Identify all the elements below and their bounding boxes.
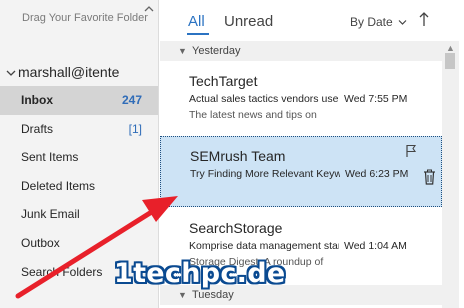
message-sender: TechTarget [189, 73, 258, 89]
unread-count: 247 [121, 93, 142, 107]
folder-label: Search Folders [21, 264, 103, 279]
chevron-up-icon[interactable] [142, 2, 156, 16]
scroll-thumb[interactable] [445, 53, 455, 69]
group-header-yesterday[interactable]: ▼ Yesterday [160, 41, 442, 61]
folder-deleted-items[interactable]: Deleted Items [0, 172, 158, 201]
message-time: Wed 7:55 PM [344, 93, 408, 105]
message-subject: Try Finding More Relevant Keywords [190, 168, 340, 180]
folder-junk-email[interactable]: Junk Email [0, 200, 158, 229]
sort-label: By Date [350, 15, 393, 29]
folder-inbox[interactable]: Inbox 247 [0, 86, 158, 115]
folder-label: Sent Items [21, 150, 79, 165]
group-label: Yesterday [192, 45, 241, 57]
message-sender: SEMrush Team [190, 148, 286, 164]
folder-label: Outbox [21, 235, 60, 250]
message-subject: Komprise data management startup [189, 240, 339, 252]
message-list-scrollbar[interactable]: ▲ [442, 41, 459, 308]
message-time: Wed 1:04 AM [344, 240, 407, 252]
folder-label: Deleted Items [21, 178, 96, 193]
account-header[interactable]: marshall@itente [6, 64, 156, 80]
tab-unread[interactable]: Unread [224, 13, 273, 30]
chevron-down-icon [6, 64, 16, 80]
folder-label: Junk Email [21, 207, 80, 222]
folder-drafts[interactable]: Drafts [1] [0, 115, 158, 144]
folder-label: Inbox [21, 93, 53, 107]
arrow-up-icon[interactable] [418, 11, 430, 32]
message-subject: Actual sales tactics vendors use [189, 93, 339, 105]
flag-icon[interactable] [404, 144, 418, 158]
draft-count: [1] [128, 121, 142, 136]
trash-icon[interactable] [423, 169, 436, 185]
folder-list: Inbox 247 Drafts [1] Sent Items Deleted … [0, 86, 158, 286]
message-item-selected[interactable]: SEMrush Team Try Finding More Relevant K… [160, 136, 442, 207]
tab-all[interactable]: All [188, 13, 205, 30]
folder-label: Drafts [21, 121, 54, 136]
account-email: marshall@itente [18, 64, 120, 80]
sort-dropdown[interactable]: By Date [350, 15, 407, 29]
chevron-down-icon: ▼ [178, 46, 187, 56]
folder-sent-items[interactable]: Sent Items [0, 143, 158, 172]
watermark-logo: 1techpc.de [114, 258, 286, 289]
message-time: Wed 6:23 PM [345, 168, 409, 180]
favorites-hint: Drag Your Favorite Folder [22, 12, 148, 24]
active-tab-indicator [187, 33, 209, 35]
group-label: Tuesday [192, 289, 234, 301]
message-item[interactable]: TechTarget Actual sales tactics vendors … [160, 62, 442, 133]
message-preview: The latest news and tips on [189, 109, 317, 121]
scroll-up-icon[interactable]: ▲ [446, 43, 455, 53]
chevron-down-icon [398, 20, 407, 25]
message-sender: SearchStorage [189, 220, 283, 236]
folder-outbox[interactable]: Outbox [0, 229, 158, 258]
